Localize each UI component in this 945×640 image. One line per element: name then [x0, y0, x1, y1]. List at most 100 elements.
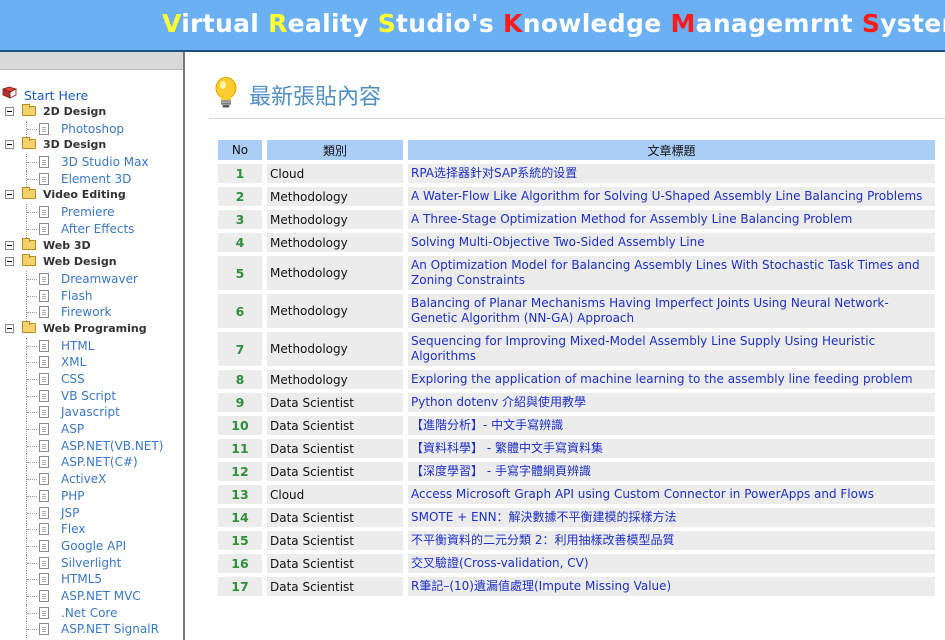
- tree-leaf-link[interactable]: Google API: [61, 539, 126, 553]
- post-title-link[interactable]: A Water-Flow Like Algorithm for Solving …: [408, 187, 935, 206]
- tree-leaf-link[interactable]: PHP: [61, 489, 85, 503]
- tree-leaf-link[interactable]: ActiveX: [61, 472, 106, 486]
- post-title-link[interactable]: An Optimization Model for Balancing Asse…: [408, 256, 935, 290]
- tree-leaf-link[interactable]: Element 3D: [61, 172, 131, 186]
- tree-category[interactable]: Web 3D: [0, 237, 183, 255]
- tree-connector: [27, 629, 37, 631]
- start-here-link[interactable]: Start Here: [24, 88, 88, 103]
- post-title-link[interactable]: A Three-Stage Optimization Method for As…: [408, 210, 935, 229]
- tree-leaf-link[interactable]: JSP: [61, 506, 79, 520]
- tree-leaf[interactable]: After Effects: [0, 220, 183, 238]
- tree-leaf[interactable]: Flash: [0, 287, 183, 305]
- tree-leaf[interactable]: ASP.NET MVC: [0, 587, 183, 605]
- tree-category[interactable]: Video Editing: [0, 187, 183, 204]
- heading-separator: [209, 118, 945, 119]
- collapse-toggle-icon[interactable]: [5, 323, 14, 333]
- tree-leaf-link[interactable]: Photoshop: [61, 122, 124, 136]
- tree-leaf[interactable]: ASP.NET(C#): [0, 454, 183, 472]
- tree-leaf[interactable]: Element 3D: [0, 170, 183, 188]
- tree-leaf[interactable]: HTML5: [0, 571, 183, 588]
- post-category: Methodology: [267, 233, 403, 252]
- post-number: 5: [218, 256, 262, 290]
- tree-leaf[interactable]: JSP: [0, 504, 183, 522]
- post-title-link[interactable]: 【進階分析】- 中文手寫辨識: [408, 416, 935, 435]
- tree-leaf-link[interactable]: Premiere: [61, 205, 115, 219]
- tree-leaf[interactable]: Dreamwaver: [0, 270, 183, 288]
- collapse-toggle-icon[interactable]: [5, 107, 14, 116]
- tree-category-label: Web Programing: [43, 321, 147, 335]
- post-title-link[interactable]: 【深度學習】 - 手寫字體網頁辨識: [408, 462, 935, 481]
- post-title-link[interactable]: 交叉驗證(Cross-validation, CV): [408, 554, 935, 573]
- table-row: 8 Methodology Exploring the application of…: [218, 370, 935, 389]
- tree-leaf-link[interactable]: ASP.NET(VB.NET): [61, 439, 163, 453]
- tree-leaf[interactable]: ASP.NET(VB.NET): [0, 437, 183, 455]
- tree-leaf[interactable]: ActiveX: [0, 471, 183, 488]
- tree-leaf-link[interactable]: ASP: [61, 422, 84, 436]
- post-category: Methodology: [267, 294, 403, 328]
- header-banner: Virtual Reality Studio's Knowledge Manag…: [0, 0, 945, 50]
- tree-connector: [27, 529, 37, 531]
- tree-category[interactable]: 2D Design: [0, 104, 183, 121]
- document-icon: [39, 506, 49, 519]
- lightbulb-icon: [215, 77, 237, 108]
- tree-leaf-link[interactable]: CSS: [61, 372, 85, 386]
- tree-leaf-link[interactable]: HTML: [61, 339, 94, 353]
- post-title-link[interactable]: Sequencing for Improving Mixed-Model Ass…: [408, 332, 935, 366]
- site-title-part: M: [670, 9, 696, 38]
- post-title-link[interactable]: 【資料科學】 - 繁體中文手寫資料集: [408, 439, 935, 458]
- post-title-link[interactable]: RPA选择器針对SAP系統的设置: [408, 164, 935, 183]
- tree-leaf-link[interactable]: Firework: [61, 305, 111, 319]
- tree-leaf[interactable]: VB Script: [0, 387, 183, 405]
- tree-leaf[interactable]: Javascript: [0, 404, 183, 422]
- tree-leaf[interactable]: XML: [0, 354, 183, 371]
- post-title-link[interactable]: 不平衡資料的二元分類 2：利用抽樣改善模型品質: [408, 531, 935, 550]
- collapse-toggle-icon[interactable]: [5, 140, 14, 150]
- tree-leaf-link[interactable]: .Net Core: [61, 606, 117, 620]
- tree-leaf[interactable]: .Net Core: [0, 604, 183, 622]
- tree-leaf[interactable]: ASP.NET SignalR: [0, 621, 183, 638]
- tree-leaf-link[interactable]: 3D Studio Max: [61, 155, 149, 169]
- tree-leaf[interactable]: Premiere: [0, 204, 183, 221]
- tree-leaf-link[interactable]: Javascript: [61, 405, 120, 419]
- tree-category[interactable]: Web Programing: [0, 320, 183, 338]
- tree-leaf[interactable]: Flex: [0, 521, 183, 538]
- tree-leaf-link[interactable]: ASP.NET SignalR: [61, 622, 159, 636]
- tree-category-label: 2D Design: [43, 105, 107, 118]
- tree-category[interactable]: 3D Design: [0, 137, 183, 154]
- tree-leaf[interactable]: 3D Studio Max: [0, 154, 183, 171]
- post-title-link[interactable]: R筆記–(10)遺漏值處理(Impute Missing Value): [408, 577, 935, 596]
- tree-leaf-link[interactable]: After Effects: [61, 222, 134, 236]
- post-title-link[interactable]: Access Microsoft Graph API using Custom …: [408, 485, 935, 504]
- document-icon: [39, 272, 49, 285]
- tree-root[interactable]: Start Here: [0, 85, 183, 104]
- tree-leaf-link[interactable]: ASP.NET MVC: [61, 589, 141, 603]
- tree-leaf-link[interactable]: VB Script: [61, 389, 116, 403]
- post-category: Data Scientist: [267, 416, 403, 435]
- tree-leaf-link[interactable]: Flash: [61, 289, 92, 303]
- tree-connector: [27, 595, 37, 597]
- tree-leaf-link[interactable]: XML: [61, 355, 86, 369]
- tree-leaf[interactable]: Silverlight: [0, 554, 183, 572]
- tree-category[interactable]: Web Design: [0, 254, 183, 271]
- post-title-link[interactable]: Balancing of Planar Mechanisms Having Im…: [408, 294, 935, 328]
- tree-leaf-link[interactable]: Silverlight: [61, 556, 121, 570]
- post-title-link[interactable]: SMOTE + ENN：解決數據不平衡建模的採樣方法: [408, 508, 935, 527]
- tree-leaf[interactable]: Google API: [0, 537, 183, 555]
- post-title-link[interactable]: Solving Multi-Objective Two-Sided Assemb…: [408, 233, 935, 252]
- tree-leaf-link[interactable]: Flex: [61, 522, 86, 536]
- tree-leaf-link[interactable]: HTML5: [61, 572, 102, 586]
- tree-leaf[interactable]: PHP: [0, 487, 183, 505]
- tree-leaf-link[interactable]: Dreamwaver: [61, 272, 138, 286]
- tree-leaf[interactable]: HTML: [0, 337, 183, 355]
- collapse-toggle-icon[interactable]: [5, 190, 14, 200]
- tree-leaf-link[interactable]: ASP.NET(C#): [61, 455, 138, 469]
- post-title-link[interactable]: Python dotenv 介紹與使用教學: [408, 393, 935, 412]
- collapse-toggle-icon[interactable]: [5, 257, 14, 267]
- collapse-toggle-icon[interactable]: [5, 240, 14, 250]
- document-icon: [39, 473, 49, 486]
- post-title-link[interactable]: Exploring the application of machine lea…: [408, 370, 935, 389]
- tree-leaf[interactable]: Photoshop: [0, 120, 183, 138]
- tree-leaf[interactable]: Firework: [0, 304, 183, 321]
- tree-leaf[interactable]: ASP: [0, 421, 183, 438]
- tree-leaf[interactable]: CSS: [0, 371, 183, 388]
